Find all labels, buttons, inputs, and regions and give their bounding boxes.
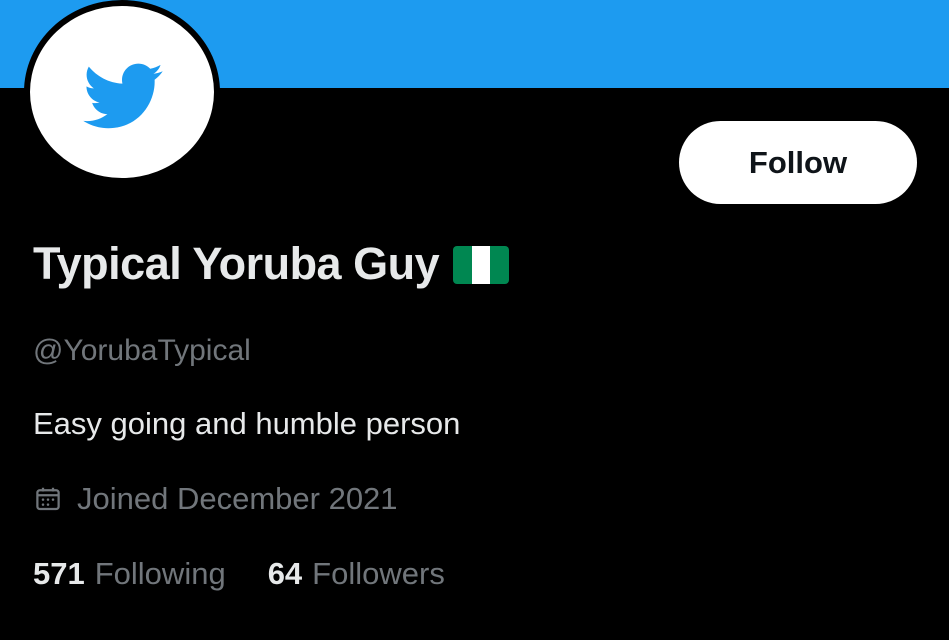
- followers-count: 64: [267, 556, 303, 591]
- nigeria-flag-icon: [453, 246, 510, 284]
- following-link[interactable]: 571 Following: [33, 555, 226, 593]
- profile-avatar[interactable]: [24, 0, 220, 184]
- following-label: Following: [94, 556, 226, 591]
- calendar-icon: [36, 487, 60, 511]
- follow-button[interactable]: Follow: [679, 121, 917, 204]
- followers-link[interactable]: 64 Followers: [268, 555, 445, 593]
- joined-date: Joined December 2021: [77, 481, 398, 516]
- following-count: 571: [33, 556, 85, 591]
- profile-handle: @YorubaTypical: [33, 334, 251, 367]
- profile-bio: Easy going and humble person: [33, 406, 461, 441]
- display-name: Typical Yoruba Guy: [33, 238, 440, 289]
- display-name-row: Typical Yoruba Guy: [33, 236, 510, 292]
- followers-label: Followers: [312, 556, 445, 591]
- follow-stats: 571 Following 64 Followers: [33, 555, 445, 593]
- twitter-bird-icon: [83, 63, 163, 129]
- joined-date-row: Joined December 2021: [33, 480, 398, 518]
